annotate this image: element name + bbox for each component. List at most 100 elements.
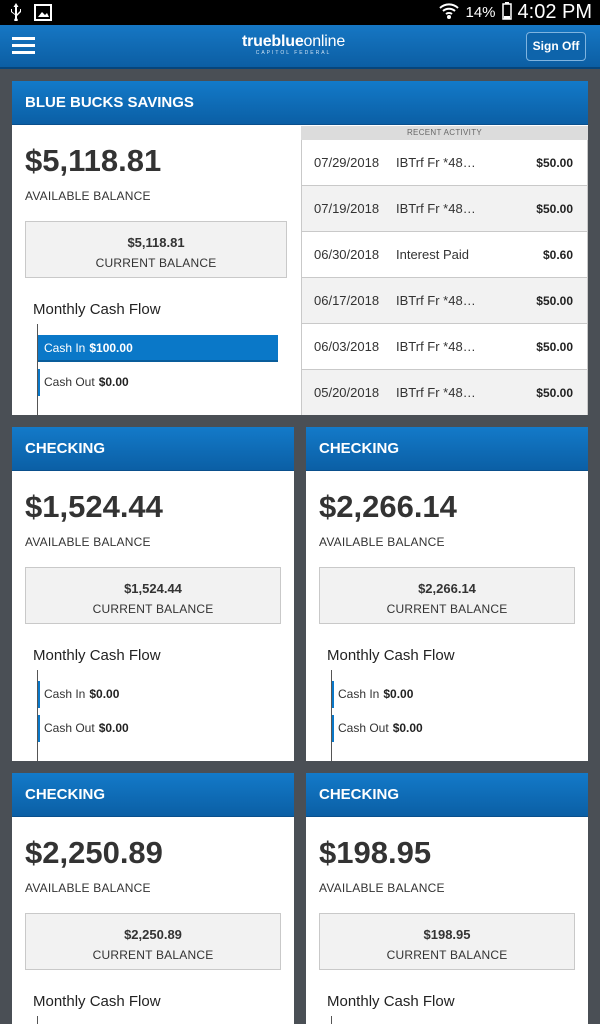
recent-activity-header: RECENT ACTIVITY bbox=[301, 126, 588, 140]
cash-flow-axis bbox=[331, 1016, 332, 1024]
account-title[interactable]: CHECKING bbox=[12, 773, 294, 817]
available-balance-amount: $5,118.81 bbox=[25, 143, 162, 178]
cash-in-bar: Cash In $100.00 bbox=[38, 335, 278, 362]
account-title[interactable]: BLUE BUCKS SAVINGS bbox=[12, 81, 588, 125]
available-balance-amount: $1,524.44 bbox=[25, 489, 163, 524]
monthly-cash-flow-title: Monthly Cash Flow bbox=[327, 993, 455, 1010]
current-balance-box: $2,250.89 CURRENT BALANCE bbox=[25, 913, 281, 970]
app-logo: trueblueonline CAPITOL FEDERAL bbox=[242, 33, 345, 56]
activity-date: 05/20/2018 bbox=[314, 385, 380, 400]
activity-date: 06/03/2018 bbox=[314, 339, 380, 354]
activity-date: 07/19/2018 bbox=[314, 201, 380, 216]
activity-description: IBTrf Fr *48… bbox=[396, 339, 476, 354]
activity-description: IBTrf Fr *48… bbox=[396, 385, 476, 400]
monthly-cash-flow-title: Monthly Cash Flow bbox=[33, 301, 161, 318]
sign-off-button[interactable]: Sign Off bbox=[526, 32, 586, 61]
recent-activity-panel: RECENT ACTIVITY 07/29/2018 IBTrf Fr *48… $… bbox=[301, 126, 588, 415]
menu-icon[interactable] bbox=[12, 37, 35, 55]
available-balance-amount: $2,266.14 bbox=[319, 489, 457, 524]
current-balance-label: CURRENT BALANCE bbox=[386, 948, 508, 962]
account-title[interactable]: CHECKING bbox=[12, 427, 294, 471]
cash-in-bar: Cash In $0.00 bbox=[38, 681, 238, 708]
activity-amount: $50.00 bbox=[536, 385, 573, 400]
current-balance-amount: $1,524.44 bbox=[124, 581, 182, 596]
app-header: trueblueonline CAPITOL FEDERAL Sign Off bbox=[0, 25, 600, 69]
activity-row[interactable]: 06/17/2018 IBTrf Fr *48… $50.00 bbox=[301, 278, 588, 324]
available-balance-amount: $198.95 bbox=[319, 835, 432, 870]
activity-row[interactable]: 05/20/2018 IBTrf Fr *48… $50.00 bbox=[301, 370, 588, 415]
cash-in-label: Cash In bbox=[44, 341, 86, 355]
activity-amount: $50.00 bbox=[536, 339, 573, 354]
cash-in-value: $0.00 bbox=[89, 687, 120, 701]
activity-row[interactable]: 06/30/2018 Interest Paid $0.60 bbox=[301, 232, 588, 278]
activity-list: 07/29/2018 IBTrf Fr *48… $50.00 07/19/2018… bbox=[301, 140, 588, 415]
current-balance-amount: $198.95 bbox=[423, 927, 471, 942]
logo-light: online bbox=[303, 33, 346, 50]
available-balance-label: AVAILABLE BALANCE bbox=[25, 881, 151, 895]
current-balance-label: CURRENT BALANCE bbox=[92, 948, 214, 962]
cash-out-label: Cash Out bbox=[44, 375, 95, 389]
cash-flow-axis bbox=[37, 1016, 38, 1024]
current-balance-label: CURRENT BALANCE bbox=[92, 602, 214, 616]
available-balance-label: AVAILABLE BALANCE bbox=[319, 881, 445, 895]
activity-date: 07/29/2018 bbox=[314, 155, 380, 170]
activity-amount: $0.60 bbox=[542, 247, 573, 262]
cash-out-label: Cash Out bbox=[338, 721, 389, 735]
checking-account-card[interactable]: CHECKING $198.95 AVAILABLE BALANCE $198.… bbox=[306, 773, 588, 1024]
cash-out-bar: Cash Out $0.00 bbox=[38, 715, 238, 742]
cash-in-label: Cash In bbox=[44, 687, 86, 701]
checking-account-card[interactable]: CHECKING $2,250.89 AVAILABLE BALANCE $2,… bbox=[12, 773, 294, 1024]
activity-date: 06/30/2018 bbox=[314, 247, 380, 262]
cash-in-label: Cash In bbox=[338, 687, 380, 701]
cash-out-bar: Cash Out $0.00 bbox=[38, 369, 278, 396]
activity-row[interactable]: 07/29/2018 IBTrf Fr *48… $50.00 bbox=[301, 140, 588, 186]
account-title[interactable]: CHECKING bbox=[306, 773, 588, 817]
wifi-icon bbox=[439, 2, 460, 24]
activity-description: Interest Paid bbox=[396, 247, 469, 262]
image-icon bbox=[34, 3, 52, 26]
activity-amount: $50.00 bbox=[536, 155, 573, 170]
activity-description: IBTrf Fr *48… bbox=[396, 293, 476, 308]
battery-percent: 14% bbox=[465, 4, 496, 21]
available-balance-label: AVAILABLE BALANCE bbox=[25, 535, 151, 549]
available-balance-label: AVAILABLE BALANCE bbox=[25, 189, 151, 203]
activity-row[interactable]: 07/19/2018 IBTrf Fr *48… $50.00 bbox=[301, 186, 588, 232]
current-balance-amount: $2,250.89 bbox=[124, 927, 182, 942]
status-bar: 14% 4:02 PM bbox=[0, 0, 600, 25]
cash-out-value: $0.00 bbox=[98, 375, 129, 389]
checking-account-card[interactable]: CHECKING $2,266.14 AVAILABLE BALANCE $2,… bbox=[306, 427, 588, 761]
usb-icon bbox=[10, 3, 22, 26]
current-balance-label: CURRENT BALANCE bbox=[386, 602, 508, 616]
activity-amount: $50.00 bbox=[536, 201, 573, 216]
available-balance-label: AVAILABLE BALANCE bbox=[319, 535, 445, 549]
cash-out-label: Cash Out bbox=[44, 721, 95, 735]
activity-date: 06/17/2018 bbox=[314, 293, 380, 308]
current-balance-box: $198.95 CURRENT BALANCE bbox=[319, 913, 575, 970]
current-balance-label: CURRENT BALANCE bbox=[95, 256, 217, 270]
cash-out-value: $0.00 bbox=[392, 721, 423, 735]
clock: 4:02 PM bbox=[517, 1, 592, 23]
monthly-cash-flow-title: Monthly Cash Flow bbox=[33, 993, 161, 1010]
current-balance-box: $5,118.81 CURRENT BALANCE bbox=[25, 221, 287, 278]
activity-amount: $50.00 bbox=[536, 293, 573, 308]
current-balance-amount: $2,266.14 bbox=[418, 581, 476, 596]
monthly-cash-flow-title: Monthly Cash Flow bbox=[33, 647, 161, 664]
activity-row[interactable]: 06/03/2018 IBTrf Fr *48… $50.00 bbox=[301, 324, 588, 370]
battery-icon bbox=[501, 1, 512, 24]
logo-subtitle: CAPITOL FEDERAL bbox=[255, 50, 332, 56]
current-balance-amount: $5,118.81 bbox=[127, 235, 185, 250]
activity-description: IBTrf Fr *48… bbox=[396, 155, 476, 170]
cash-in-value: $100.00 bbox=[89, 341, 133, 355]
checking-account-card[interactable]: CHECKING $1,524.44 AVAILABLE BALANCE $1,… bbox=[12, 427, 294, 761]
cash-out-bar: Cash Out $0.00 bbox=[332, 715, 532, 742]
available-balance-amount: $2,250.89 bbox=[25, 835, 163, 870]
current-balance-box: $2,266.14 CURRENT BALANCE bbox=[319, 567, 575, 624]
activity-description: IBTrf Fr *48… bbox=[396, 201, 476, 216]
current-balance-box: $1,524.44 CURRENT BALANCE bbox=[25, 567, 281, 624]
cash-in-value: $0.00 bbox=[383, 687, 414, 701]
monthly-cash-flow-title: Monthly Cash Flow bbox=[327, 647, 455, 664]
account-title[interactable]: CHECKING bbox=[306, 427, 588, 471]
cash-out-value: $0.00 bbox=[98, 721, 129, 735]
cash-in-bar: Cash In $0.00 bbox=[332, 681, 532, 708]
savings-account-card[interactable]: BLUE BUCKS SAVINGS $5,118.81 AVAILABLE B… bbox=[12, 81, 588, 415]
